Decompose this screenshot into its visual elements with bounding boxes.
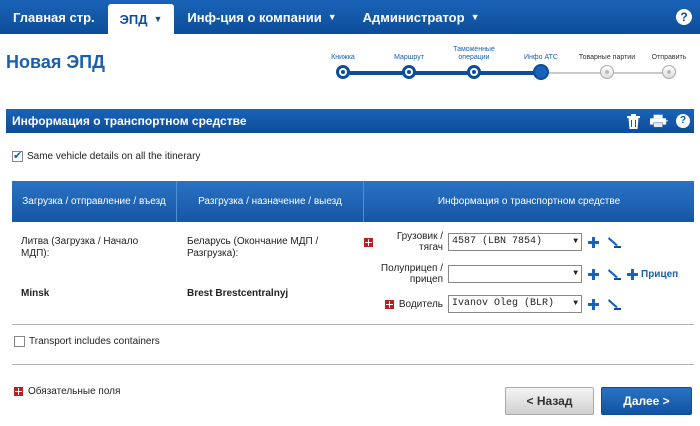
step-customs[interactable]: Таможенные операции (441, 44, 507, 79)
step-label: Книжка (331, 54, 355, 61)
add-trailer-link[interactable]: Прицеп (627, 268, 679, 280)
step-label: Отправить (651, 54, 687, 61)
driver-row: Водитель Ivanov Oleg (BLR) ▼ (364, 295, 621, 313)
step-label: Маршрут (394, 54, 424, 61)
same-vehicle-label: Same vehicle details on all the itinerar… (27, 151, 201, 162)
section-help-icon[interactable]: ? (676, 114, 690, 128)
truck-select[interactable]: 4587 (LBN 7854) ▼ (448, 233, 582, 251)
section-toolbar: ? (624, 112, 690, 130)
edit-truck-pencil-icon[interactable] (607, 236, 621, 248)
add-trailer-plus-icon[interactable] (588, 268, 599, 280)
trailer-select[interactable]: ▼ (448, 265, 582, 283)
step-label: Товарные партии (578, 54, 636, 61)
required-icon (14, 387, 23, 396)
driver-value: Ivanov Oleg (BLR) (452, 298, 555, 309)
progress-stepper: Книжка Маршрут Таможенные операции Инфо … (322, 44, 696, 84)
step-dot (662, 65, 676, 79)
top-navigation: Главная стр. ЭПД ▼ Инф-ция о компании ▼ … (0, 0, 700, 34)
nav-admin-label: Администратор (362, 9, 465, 25)
step-goods[interactable]: Товарные партии (574, 44, 640, 79)
driver-select[interactable]: Ivanov Oleg (BLR) ▼ (448, 295, 582, 313)
truck-row: Грузовик / тягач 4587 (LBN 7854) ▼ (364, 231, 621, 253)
step-dot (336, 65, 350, 79)
column-header-loading: Загрузка / отправление / въезд (12, 181, 177, 222)
nav-epd[interactable]: ЭПД ▼ (107, 4, 175, 34)
nav-admin[interactable]: Администратор ▼ (350, 0, 493, 34)
driver-label-wrap: Водитель (364, 299, 448, 310)
trailer-label-wrap: Полуприцеп / прицеп (364, 263, 448, 285)
nav-company-info[interactable]: Инф-ция о компании ▼ (174, 0, 349, 34)
step-dot (402, 65, 416, 79)
dropdown-arrow-icon: ▼ (573, 299, 578, 308)
chevron-down-icon: ▼ (153, 14, 163, 24)
containers-option[interactable]: Transport includes containers (14, 336, 160, 347)
trash-icon[interactable] (624, 112, 642, 130)
step-label: Таможенные операции (453, 46, 495, 61)
add-truck-plus-icon[interactable] (588, 236, 599, 248)
print-icon[interactable] (650, 112, 668, 130)
same-vehicle-checkbox[interactable] (12, 149, 23, 162)
step-label: Инфо АТС (524, 54, 558, 61)
truck-label-wrap: Грузовик / тягач (364, 231, 448, 253)
required-icon (384, 299, 394, 309)
add-driver-plus-icon[interactable] (588, 298, 599, 310)
loading-point: Minsk (21, 288, 50, 299)
edit-driver-pencil-icon[interactable] (607, 298, 621, 310)
help-icon[interactable]: ? (676, 9, 692, 25)
next-button[interactable]: Далее > (601, 387, 692, 415)
nav-home[interactable]: Главная стр. (0, 0, 108, 34)
column-header-vehicle: Информация о транспортном средстве (437, 196, 621, 207)
same-vehicle-option[interactable]: Same vehicle details on all the itinerar… (12, 149, 201, 162)
table-row: Литва (Загрузка / Начало МДП): Minsk Бел… (12, 222, 694, 322)
chevron-down-icon: ▼ (327, 12, 337, 22)
required-fields-legend: Обязательные поля (14, 386, 120, 397)
unloading-point: Brest Brestcentralnyj (187, 288, 289, 299)
dropdown-arrow-icon: ▼ (573, 237, 578, 246)
trailer-label: Полуприцеп / прицеп (380, 263, 443, 285)
nav-company-info-label: Инф-ция о компании (187, 9, 322, 25)
nav-home-label: Главная стр. (13, 9, 95, 25)
required-legend-label: Обязательные поля (28, 386, 121, 397)
nav-epd-label: ЭПД (119, 11, 148, 27)
step-vehicle-info[interactable]: Инфо АТС (508, 44, 574, 80)
step-booklet[interactable]: Книжка (310, 44, 376, 79)
column-header-unloading: Разгрузка / назначение / выезд (177, 181, 364, 222)
containers-label: Transport includes containers (29, 336, 160, 347)
containers-checkbox[interactable] (14, 336, 25, 347)
section-header: Информация о транспортном средстве ? (6, 109, 694, 133)
step-send[interactable]: Отправить (636, 44, 700, 79)
step-dot (600, 65, 614, 79)
plus-icon (627, 268, 638, 280)
back-button[interactable]: < Назад (505, 387, 594, 415)
unloading-place: Беларусь (Окончание МДП / Разгрузка): (187, 236, 319, 259)
required-icon (364, 237, 373, 247)
section-title: Информация о транспортном средстве (12, 114, 247, 128)
divider (12, 324, 694, 325)
loading-place: Литва (Загрузка / Начало МДП): (21, 236, 139, 259)
truck-value: 4587 (LBN 7854) (452, 236, 543, 247)
table-header: Загрузка / отправление / въезд Разгрузка… (12, 181, 694, 222)
driver-label: Водитель (398, 298, 443, 310)
page-title: Новая ЭПД (6, 52, 105, 72)
divider (12, 364, 694, 365)
step-dot (533, 64, 549, 80)
step-dot (467, 65, 481, 79)
trailer-row: Полуприцеп / прицеп ▼ Прицеп (364, 263, 678, 285)
chevron-down-icon: ▼ (470, 12, 480, 22)
add-trailer-label: Прицеп (641, 268, 679, 280)
step-route[interactable]: Маршрут (376, 44, 442, 79)
dropdown-arrow-icon: ▼ (573, 269, 578, 278)
edit-trailer-pencil-icon[interactable] (607, 268, 621, 280)
truck-label: Грузовик / тягач (396, 231, 443, 253)
route-vehicle-table: Загрузка / отправление / въезд Разгрузка… (12, 181, 694, 322)
